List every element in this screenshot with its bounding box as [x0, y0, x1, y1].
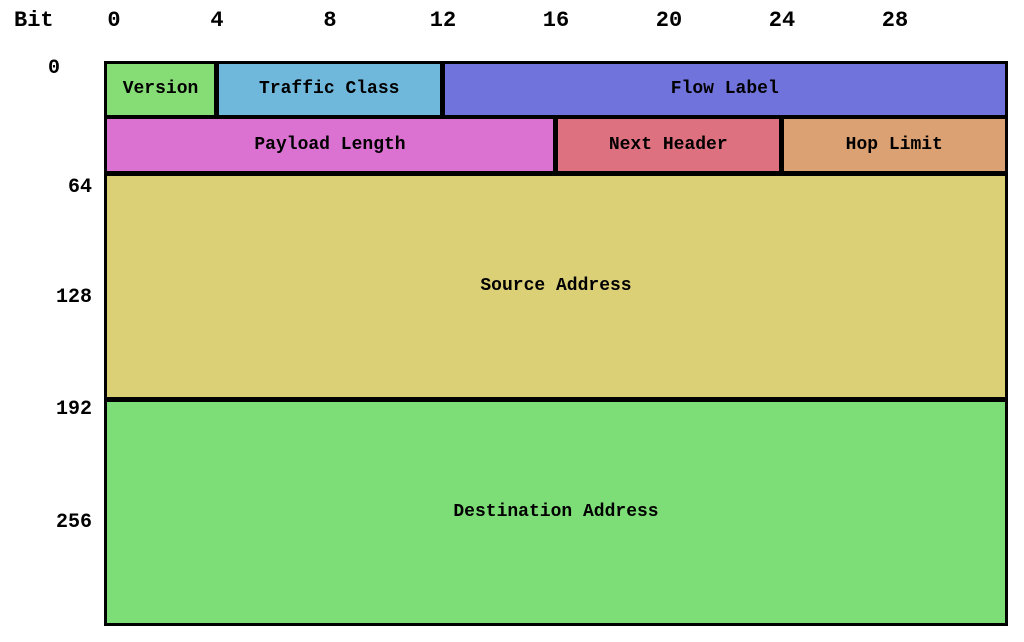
field-hop-limit: Hop Limit — [780, 116, 1008, 174]
field-traffic-class: Traffic Class — [215, 61, 443, 118]
x-tick-label: 20 — [655, 8, 683, 33]
field-label: Next Header — [608, 135, 728, 155]
field-version: Version — [104, 61, 217, 118]
ipv6-header-diagram: Version Traffic Class Flow Label Payload Le… — [104, 61, 1008, 626]
y-tick-label: 192 — [55, 398, 92, 421]
y-tick-label: 128 — [55, 286, 92, 309]
x-tick-label: 12 — [429, 8, 457, 33]
x-tick-label: 24 — [768, 8, 796, 33]
field-source-address: Source Address — [104, 172, 1008, 400]
x-tick-label: 4 — [210, 8, 224, 33]
x-tick-label: 28 — [881, 8, 909, 33]
field-label: Destination Address — [453, 502, 659, 523]
x-tick-label: 0 — [107, 8, 121, 33]
y-tick-label: 64 — [67, 176, 92, 199]
field-label: Hop Limit — [845, 135, 943, 155]
x-tick-label: 16 — [542, 8, 570, 33]
field-label: Payload Length — [254, 135, 406, 155]
field-next-header: Next Header — [554, 116, 782, 174]
field-label: Version — [122, 79, 199, 100]
x-tick-label: 8 — [323, 8, 337, 33]
field-label: Traffic Class — [259, 79, 400, 100]
field-destination-address: Destination Address — [104, 398, 1008, 626]
field-label: Source Address — [480, 276, 632, 297]
field-flow-label: Flow Label — [441, 61, 1008, 118]
field-payload-length: Payload Length — [104, 116, 556, 174]
field-label: Flow Label — [670, 79, 779, 100]
bit-axis-title: Bit — [14, 8, 54, 33]
y-tick-label: 256 — [55, 511, 92, 534]
